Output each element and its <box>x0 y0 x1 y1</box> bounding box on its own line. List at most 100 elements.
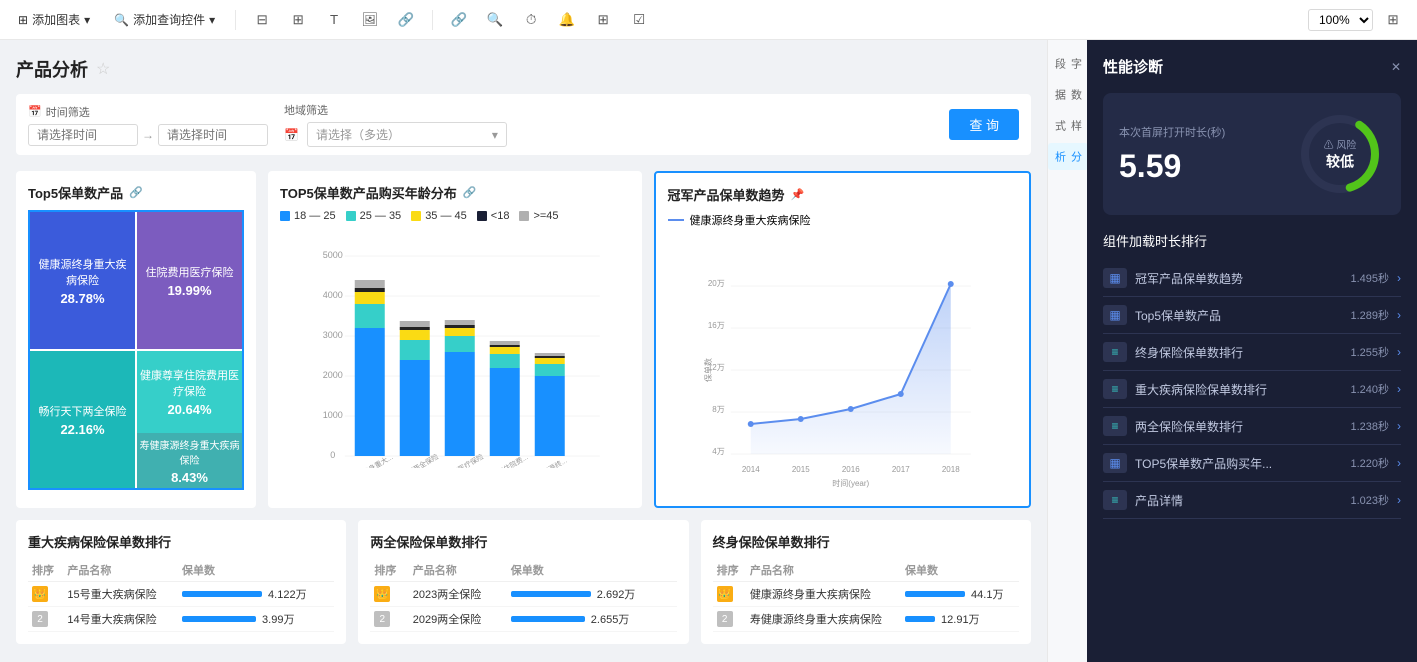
comp-name-6: TOP5保单数产品购买年... <box>1135 455 1342 472</box>
bar-fill <box>182 616 256 622</box>
comp-time-5: 1.238秒 <box>1350 418 1389 434</box>
top5-bar-link-icon[interactable]: 🔗 <box>463 186 477 199</box>
alert-icon-btn[interactable]: 🔔 <box>553 6 581 34</box>
comp-item-5[interactable]: ≡ 两全保险保单数排行 1.238秒 › <box>1103 408 1401 445</box>
two-complete-card: 两全保险保单数排行 排序 产品名称 保单数 👑 2023两全保险 <box>358 520 688 644</box>
critical-illness-card: 重大疾病保险保单数排行 排序 产品名称 保单数 👑 15号重大疾病保险 <box>16 520 346 644</box>
top5-bar-card: TOP5保单数产品购买年龄分布 🔗 18 — 25 25 — 35 35 — 4… <box>268 171 642 508</box>
name-col-header3: 产品名称 <box>746 559 901 582</box>
comp-item-1[interactable]: ▦ 冠军产品保单数趋势 1.495秒 › <box>1103 260 1401 297</box>
time-to-input[interactable] <box>158 124 268 146</box>
component-section-title: 组件加载时长排行 <box>1103 231 1401 250</box>
arrow-icon: → <box>142 128 154 142</box>
comp-arrow-6: › <box>1397 456 1401 470</box>
chart-dropdown-icon: ▾ <box>84 13 90 27</box>
comp-item-2[interactable]: ▦ Top5保单数产品 1.289秒 › <box>1103 297 1401 334</box>
bar-cell: 2.655万 <box>511 611 673 627</box>
comp-time-2: 1.289秒 <box>1350 307 1389 323</box>
svg-text:2014: 2014 <box>741 465 759 474</box>
list-icon-3: ≡ <box>1111 345 1118 359</box>
critical-illness-table: 排序 产品名称 保单数 👑 15号重大疾病保险 4. <box>28 559 334 632</box>
table-row: 2 14号重大疾病保险 3.99万 <box>28 607 334 632</box>
card-icon-btn[interactable]: ⊞ <box>284 6 312 34</box>
comp-name-1: 冠军产品保单数趋势 <box>1135 270 1342 287</box>
bar-cell: 3.99万 <box>182 611 330 627</box>
zoom-select[interactable]: 100% <box>1308 9 1373 31</box>
bar-chart-icon-2: ▦ <box>1109 308 1120 322</box>
image-icon-btn[interactable]: 🖼 <box>356 6 384 34</box>
champion-pin-icon[interactable]: 📌 <box>791 188 805 201</box>
bar-fill <box>905 591 965 597</box>
bar-cell: 2.692万 <box>511 586 673 602</box>
comp-name-5: 两全保险保单数排行 <box>1135 418 1342 435</box>
perf-close-icon[interactable]: ✕ <box>1391 60 1401 74</box>
svg-text:5000: 5000 <box>323 250 343 260</box>
vtab-data[interactable]: 数据 <box>1048 81 1088 108</box>
vtab-style[interactable]: 样式 <box>1048 112 1088 139</box>
share-icon-btn[interactable]: 🔗 <box>445 6 473 34</box>
top5-link-icon[interactable]: 🔗 <box>129 186 143 199</box>
time-filter-group: 📅 时间筛选 → <box>28 104 268 146</box>
perf-header: 性能诊断 ✕ <box>1103 56 1401 77</box>
name-col-header: 产品名称 <box>63 559 178 582</box>
comp-arrow-5: › <box>1397 419 1401 433</box>
vtab-field[interactable]: 字段 <box>1048 50 1088 77</box>
gauge-right: ⚠ 风险 较低 <box>1295 109 1385 199</box>
line-legend-dash <box>668 219 684 221</box>
add-chart-button[interactable]: ⊞ 添加图表 ▾ <box>10 7 98 32</box>
table-icon-btn[interactable]: ⊟ <box>248 6 276 34</box>
risk-level: 较低 <box>1324 152 1357 172</box>
history-icon-btn[interactable]: ⏱ <box>517 6 545 34</box>
count-col-header2: 保单数 <box>507 559 677 582</box>
charts-top-row: Top5保单数产品 🔗 健康源终身重大疾病保险 28.78% 住院费用医疗保险 … <box>16 171 1031 508</box>
svg-text:20万: 20万 <box>707 279 724 288</box>
legend-ge45: >=45 <box>519 210 558 222</box>
vtab-analysis[interactable]: 分析 <box>1048 143 1088 170</box>
list-icon-4: ≡ <box>1111 382 1118 396</box>
name-col-header2: 产品名称 <box>409 559 507 582</box>
region-select[interactable]: 请选择（多选） ▾ <box>307 122 507 147</box>
page-title: 产品分析 <box>16 56 88 82</box>
svg-text:3000: 3000 <box>323 330 343 340</box>
toolbar-right: 100% ⊞ <box>1308 6 1407 34</box>
champion-line-card: 冠军产品保单数趋势 📌 健康源终身重大疾病保险 4万 8万 12万 16万 20… <box>654 171 1032 508</box>
comp-item-3[interactable]: ≡ 终身保险保单数排行 1.255秒 › <box>1103 334 1401 371</box>
text-icon-btn[interactable]: T <box>320 6 348 34</box>
svg-text:时间(year): 时间(year) <box>832 478 869 488</box>
bar-fill <box>511 616 585 622</box>
gauge-label: 本次首屏打开时长(秒) <box>1119 124 1225 140</box>
comp-icon-7: ≡ <box>1103 490 1127 510</box>
rank-col-header3: 排序 <box>713 559 746 582</box>
check-icon-btn[interactable]: ☑ <box>625 6 653 34</box>
add-query-icon: 🔍 <box>114 13 129 27</box>
comp-item-6[interactable]: ▦ TOP5保单数产品购买年... 1.220秒 › <box>1103 445 1401 482</box>
risk-badge: ⚠ 风险 较低 <box>1324 137 1357 172</box>
favorite-icon[interactable]: ☆ <box>96 59 110 79</box>
link-icon-btn[interactable]: 🔗 <box>392 6 420 34</box>
time-from-input[interactable] <box>28 124 138 146</box>
component-section: 组件加载时长排行 ▦ 冠军产品保单数趋势 1.495秒 › ▦ Top5保单数产… <box>1103 231 1401 519</box>
comp-name-4: 重大疾病保险保单数排行 <box>1135 381 1342 398</box>
table-row: 👑 15号重大疾病保险 4.122万 <box>28 582 334 607</box>
fit-icon-btn[interactable]: ⊞ <box>1379 6 1407 34</box>
line-chart-legend: 健康源终身重大疾病保险 <box>668 212 1018 228</box>
search-icon-btn[interactable]: 🔍 <box>481 6 509 34</box>
bar-cell: 44.1万 <box>905 586 1015 602</box>
bar-chart-icon-1: ▦ <box>1109 271 1120 285</box>
table-row: 👑 2023两全保险 2.692万 <box>370 582 676 607</box>
comp-item-7[interactable]: ≡ 产品详情 1.023秒 › <box>1103 482 1401 519</box>
comp-name-3: 终身保险保单数排行 <box>1135 344 1342 361</box>
region-calendar-icon: 📅 <box>284 128 299 142</box>
comp-item-4[interactable]: ≡ 重大疾病保险保单数排行 1.240秒 › <box>1103 371 1401 408</box>
top5-product-title: Top5保单数产品 <box>28 183 123 202</box>
svg-text:16万: 16万 <box>707 321 724 330</box>
time-filter-label: 📅 时间筛选 <box>28 104 268 120</box>
bar-cell: 12.91万 <box>905 611 1015 627</box>
charts-bottom-row: 重大疾病保险保单数排行 排序 产品名称 保单数 👑 15号重大疾病保险 <box>16 520 1031 644</box>
grid-icon-btn[interactable]: ⊞ <box>589 6 617 34</box>
add-query-button[interactable]: 🔍 添加查询控件 ▾ <box>106 7 223 32</box>
query-button[interactable]: 查 询 <box>949 109 1019 140</box>
svg-text:2018: 2018 <box>941 465 959 474</box>
legend-25-35: 25 — 35 <box>346 210 402 222</box>
svg-text:2000: 2000 <box>323 370 343 380</box>
